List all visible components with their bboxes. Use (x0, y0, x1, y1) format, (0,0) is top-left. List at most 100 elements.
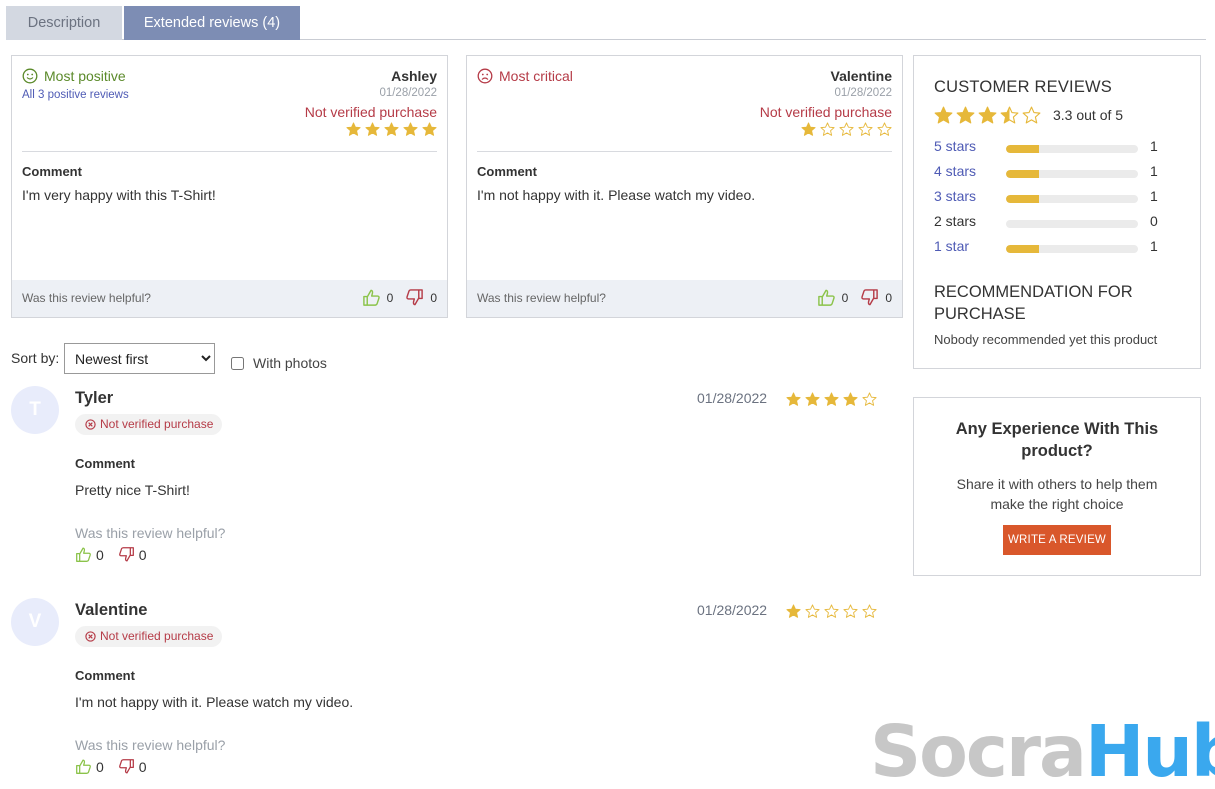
review-tabs: Description Extended reviews (4) (6, 6, 1206, 40)
thumbs-up-icon[interactable] (362, 288, 381, 307)
thumbs-down-icon[interactable] (118, 758, 135, 775)
thumbs-down-icon[interactable] (860, 288, 879, 307)
star-half-icon (1000, 106, 1019, 124)
star-filled-icon (346, 122, 361, 136)
avatar: V (11, 598, 59, 646)
comment-text: Pretty nice T-Shirt! (75, 482, 190, 498)
average-score: 3.3 out of 5 (1053, 107, 1124, 123)
rating-bar-fill (1006, 195, 1039, 203)
frown-icon (477, 68, 493, 84)
review-date: 01/28/2022 (379, 87, 437, 99)
dislike-count: 0 (138, 546, 147, 563)
sort-label: Sort by: (11, 350, 60, 366)
summary-title: CUSTOMER REVIEWS (934, 78, 1112, 96)
rating-count: 1 (1150, 238, 1158, 254)
rating-filter-3-stars[interactable]: 3 stars (934, 188, 976, 204)
socrahub-watermark: SocraHub (870, 712, 1215, 789)
helpful-question: Was this review helpful? (477, 291, 606, 305)
divider (477, 151, 892, 152)
rating-filter-5-stars[interactable]: 5 stars (934, 138, 976, 154)
rating-row-4: 4 stars 1 (934, 163, 1164, 183)
star-empty-icon (862, 392, 877, 406)
watermark-part-1: Socra (870, 710, 1087, 789)
rating-row-2: 2 stars 0 (934, 213, 1164, 233)
star-filled-icon (934, 106, 953, 124)
most-positive-card: Most positive All 3 positive reviews Ash… (11, 55, 448, 318)
vote-controls: 0 0 (362, 288, 437, 307)
thumbs-down-icon[interactable] (405, 288, 424, 307)
helpful-question: Was this review helpful? (75, 525, 226, 541)
cross-circle-icon (85, 631, 96, 642)
verification-status: Not verified purchase (304, 104, 437, 120)
smile-icon (22, 68, 38, 84)
like-count: 0 (386, 290, 394, 305)
vote-controls: 0 0 (75, 546, 147, 563)
cta-title: Any Experience With This product? (955, 420, 1159, 460)
cross-circle-icon (85, 419, 96, 430)
star-filled-icon (824, 392, 839, 406)
avatar: T (11, 386, 59, 434)
helpful-footer: Was this review helpful? 0 0 (467, 280, 902, 317)
most-positive-label: Most positive (44, 68, 126, 84)
thumbs-up-icon[interactable] (75, 546, 92, 563)
vote-controls: 0 0 (75, 758, 147, 775)
rating-filter-4-stars[interactable]: 4 stars (934, 163, 976, 179)
all-positive-reviews-link[interactable]: All 3 positive reviews (22, 89, 129, 101)
verification-status: Not verified purchase (759, 104, 892, 120)
with-photos-label: With photos (253, 355, 327, 371)
rating-bar-fill (1006, 145, 1039, 153)
verification-badge: Not verified purchase (75, 626, 223, 647)
review-date: 01/28/2022 (697, 390, 768, 406)
thumbs-down-icon[interactable] (118, 546, 135, 563)
comment-text: I'm very happy with this T-Shirt! (22, 187, 216, 203)
star-filled-icon (843, 392, 858, 406)
comment-text: I'm not happy with it. Please watch my v… (75, 694, 354, 710)
reviewer-name: Valentine (75, 601, 148, 619)
star-empty-icon (877, 122, 892, 136)
helpful-question: Was this review helpful? (22, 291, 151, 305)
star-empty-icon (843, 604, 858, 618)
thumbs-up-icon[interactable] (75, 758, 92, 775)
helpful-question: Was this review helpful? (75, 737, 226, 753)
star-filled-icon (365, 122, 380, 136)
rating-bar-fill (1006, 245, 1039, 253)
like-count: 0 (96, 546, 104, 563)
verification-text: Not verified purchase (100, 417, 214, 431)
star-filled-icon (786, 604, 801, 618)
recommendation-title: RECOMMENDATION FOR PURCHASE (934, 283, 1133, 323)
star-rating (786, 392, 877, 407)
write-review-button[interactable]: WRITE A REVIEW (1003, 525, 1111, 555)
tab-extended-reviews[interactable]: Extended reviews (4) (124, 6, 300, 40)
dislike-count: 0 (430, 290, 437, 305)
star-filled-icon (805, 392, 820, 406)
star-filled-icon (786, 392, 801, 406)
comment-text: I'm not happy with it. Please watch my v… (477, 187, 756, 203)
star-rating (801, 122, 892, 137)
comment-label: Comment (22, 164, 82, 179)
rating-row-1: 1 star 1 (934, 238, 1164, 258)
dislike-count: 0 (885, 290, 892, 305)
star-filled-icon (978, 106, 997, 124)
rating-label-2-stars: 2 stars (934, 213, 977, 229)
rating-count: 1 (1150, 163, 1158, 179)
with-photos-filter[interactable]: With photos (231, 355, 327, 371)
watermark-part-2: Hub (1084, 710, 1215, 789)
verification-badge: Not verified purchase (75, 414, 223, 435)
star-filled-icon (403, 122, 418, 136)
sort-select[interactable]: Newest first (64, 343, 215, 374)
review-author: Valentine (830, 68, 892, 84)
rating-bar (1006, 145, 1138, 153)
thumbs-up-icon[interactable] (817, 288, 836, 307)
star-empty-icon (1022, 106, 1041, 124)
like-count: 0 (841, 290, 849, 305)
average-star-rating (934, 106, 1041, 125)
rating-filter-1-star[interactable]: 1 star (934, 238, 969, 254)
cta-text: Share it with others to help them make t… (956, 476, 1158, 512)
star-empty-icon (839, 122, 854, 136)
comment-label: Comment (477, 164, 537, 179)
with-photos-checkbox[interactable] (231, 356, 244, 370)
most-critical-card: Most critical Valentine 01/28/2022 Not v… (466, 55, 903, 318)
tab-description[interactable]: Description (6, 6, 122, 40)
rating-bar (1006, 195, 1138, 203)
rating-bar (1006, 170, 1138, 178)
